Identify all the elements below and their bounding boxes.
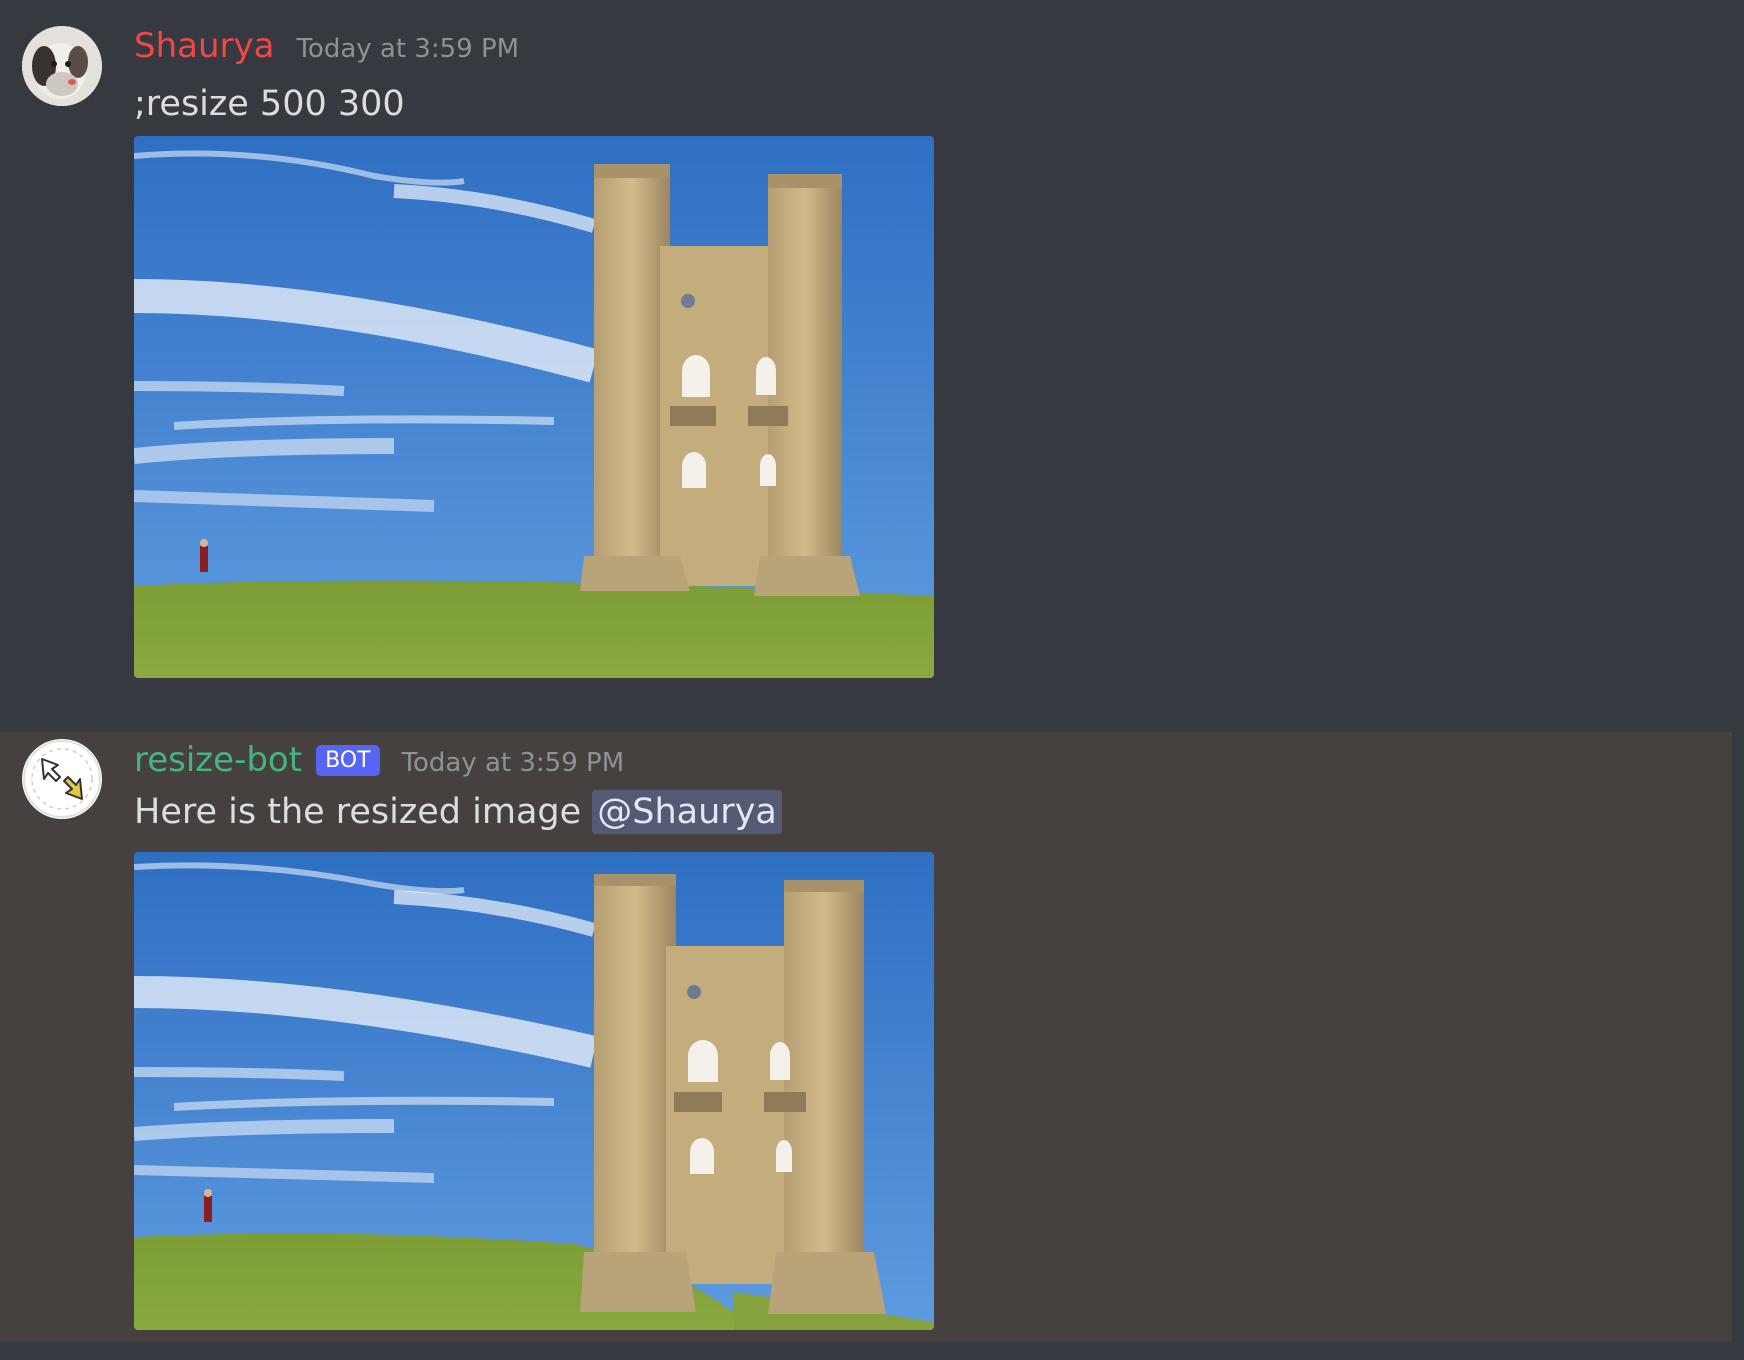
username[interactable]: Shaurya bbox=[134, 26, 274, 66]
user-avatar[interactable] bbox=[22, 26, 102, 106]
resize-arrows-icon bbox=[23, 740, 101, 818]
image-attachment[interactable] bbox=[134, 852, 934, 1330]
timestamp: Today at 3:59 PM bbox=[296, 34, 520, 64]
bottom-gutter bbox=[0, 1342, 1744, 1360]
username[interactable]: resize-bot bbox=[134, 740, 302, 780]
message-body: Here is the resized image bbox=[134, 792, 593, 832]
right-gutter bbox=[1732, 732, 1744, 1342]
timestamp: Today at 3:59 PM bbox=[401, 748, 625, 778]
message-bot: resize-bot BOT Today at 3:59 PM Here is … bbox=[0, 732, 1732, 1342]
message-text: Here is the resized image @Shaurya bbox=[134, 790, 782, 834]
user-mention[interactable]: @Shaurya bbox=[592, 790, 782, 834]
message-text: ;resize 500 300 bbox=[134, 84, 405, 124]
bot-badge: BOT bbox=[316, 745, 380, 776]
message-user: Shaurya Today at 3:59 PM ;resize 500 300 bbox=[0, 0, 1744, 732]
bot-avatar[interactable] bbox=[22, 739, 102, 819]
image-attachment[interactable] bbox=[134, 136, 934, 678]
message-header: resize-bot BOT Today at 3:59 PM bbox=[134, 740, 624, 780]
message-header: Shaurya Today at 3:59 PM bbox=[134, 26, 519, 66]
